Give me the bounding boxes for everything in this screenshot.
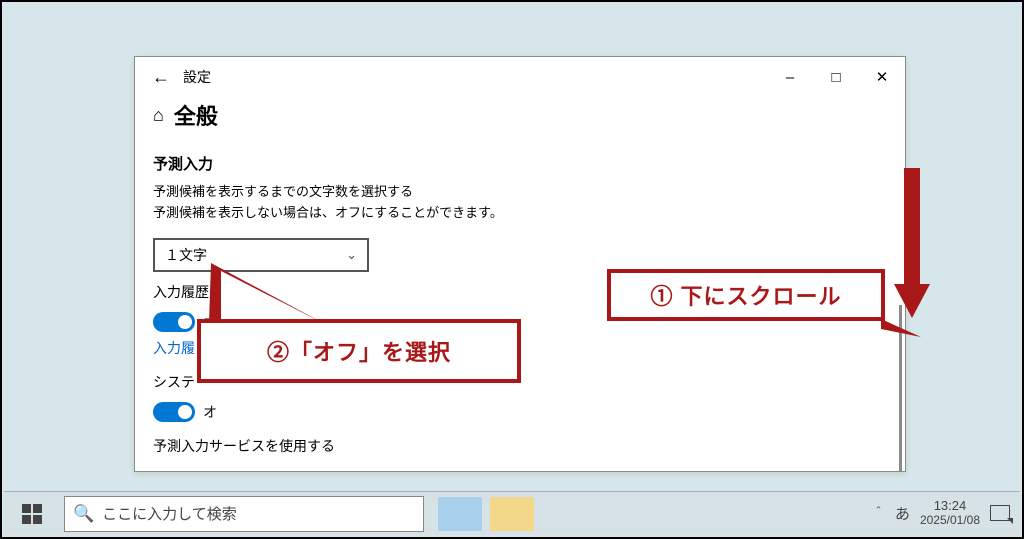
clock-time: 13:24 [920,499,980,514]
predict-service-label: 予測入力サービスを使用する [153,436,335,453]
windows-icon [22,504,42,524]
back-button[interactable]: ← [143,57,179,97]
maximize-button[interactable]: □ [813,58,859,96]
heading-row: ⌂ 全般 [135,97,905,139]
dropdown-value: １文字 [165,245,207,265]
annotation-step-2-text: ②「オフ」を選択 [267,335,451,367]
section-description: 予測候補を表示するまでの文字数を選択する 予測候補を表示しない場合は、オフにする… [153,182,887,224]
start-button[interactable] [4,492,60,536]
search-icon: 🔍 [73,504,94,524]
close-button[interactable]: ✕ [859,58,905,96]
ime-indicator[interactable]: あ [895,503,910,524]
desc-line-2: 予測候補を表示しない場合は、オフにすることができます。 [153,205,503,220]
tray-overflow-icon[interactable]: ＾ [872,504,885,523]
annotation-2-tail [207,261,327,327]
search-placeholder: ここに入力して検索 [102,503,237,524]
annotation-1-tail [881,315,923,341]
clock-date: 2025/01/08 [920,514,980,528]
page-heading: 全般 [174,99,218,131]
system-dict-toggle[interactable] [153,402,195,422]
taskbar-app-2[interactable] [490,497,534,531]
taskbar-search[interactable]: 🔍 ここに入力して検索 [64,496,424,532]
section-title: 予測入力 [153,153,887,174]
window-title: 設定 [183,67,211,87]
annotation-arrow-down [898,168,926,320]
annotation-step-1: ① 下にスクロール [607,269,885,321]
title-bar: ← 設定 – □ ✕ [135,57,905,97]
system-dict-toggle-row: オ [153,402,887,422]
taskbar-app-1[interactable] [438,497,482,531]
input-history-toggle[interactable] [153,312,195,332]
minimize-button[interactable]: – [767,58,813,96]
taskbar: 🔍 ここに入力して検索 ＾ あ 13:24 2025/01/08 [4,491,1020,535]
chevron-down-icon: ⌄ [346,247,357,263]
system-tray: ＾ あ 13:24 2025/01/08 [872,499,1020,528]
taskbar-pins [438,497,534,531]
system-dict-label: システ [153,372,195,392]
system-dict-state: オ [203,402,217,422]
desc-line-1: 予測候補を表示するまでの文字数を選択する [153,184,413,199]
action-center-icon[interactable] [990,505,1010,521]
clock[interactable]: 13:24 2025/01/08 [920,499,980,528]
predict-service-row: 予測入力サービスを使用する [153,436,887,453]
window-controls: – □ ✕ [767,58,905,96]
annotation-step-2: ②「オフ」を選択 [197,319,521,383]
annotation-step-1-text: ① 下にスクロール [650,279,841,311]
home-icon[interactable]: ⌂ [153,105,164,126]
